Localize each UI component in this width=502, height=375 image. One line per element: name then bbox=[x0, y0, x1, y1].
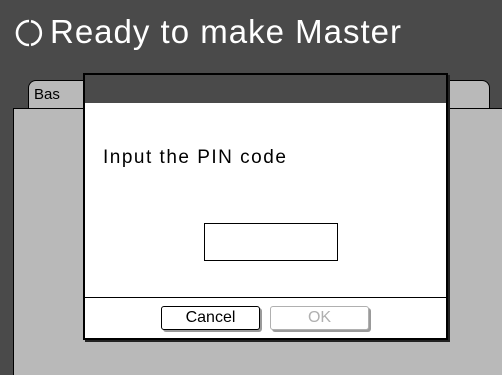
pin-input[interactable] bbox=[204, 223, 338, 261]
dialog-footer: Cancel OK bbox=[85, 297, 446, 338]
printer-screen: Ready to make Master Bas . Input the PIN… bbox=[0, 0, 502, 375]
pin-dialog: Input the PIN code Cancel OK bbox=[83, 73, 448, 340]
status-bar: Ready to make Master bbox=[0, 0, 502, 72]
dialog-message: Input the PIN code bbox=[103, 147, 288, 168]
status-title: Ready to make Master bbox=[50, 13, 402, 50]
ok-button[interactable]: OK bbox=[270, 306, 369, 330]
dialog-title-bar bbox=[85, 75, 446, 103]
cancel-button[interactable]: Cancel bbox=[161, 306, 260, 330]
circle-outline-icon bbox=[15, 19, 43, 47]
